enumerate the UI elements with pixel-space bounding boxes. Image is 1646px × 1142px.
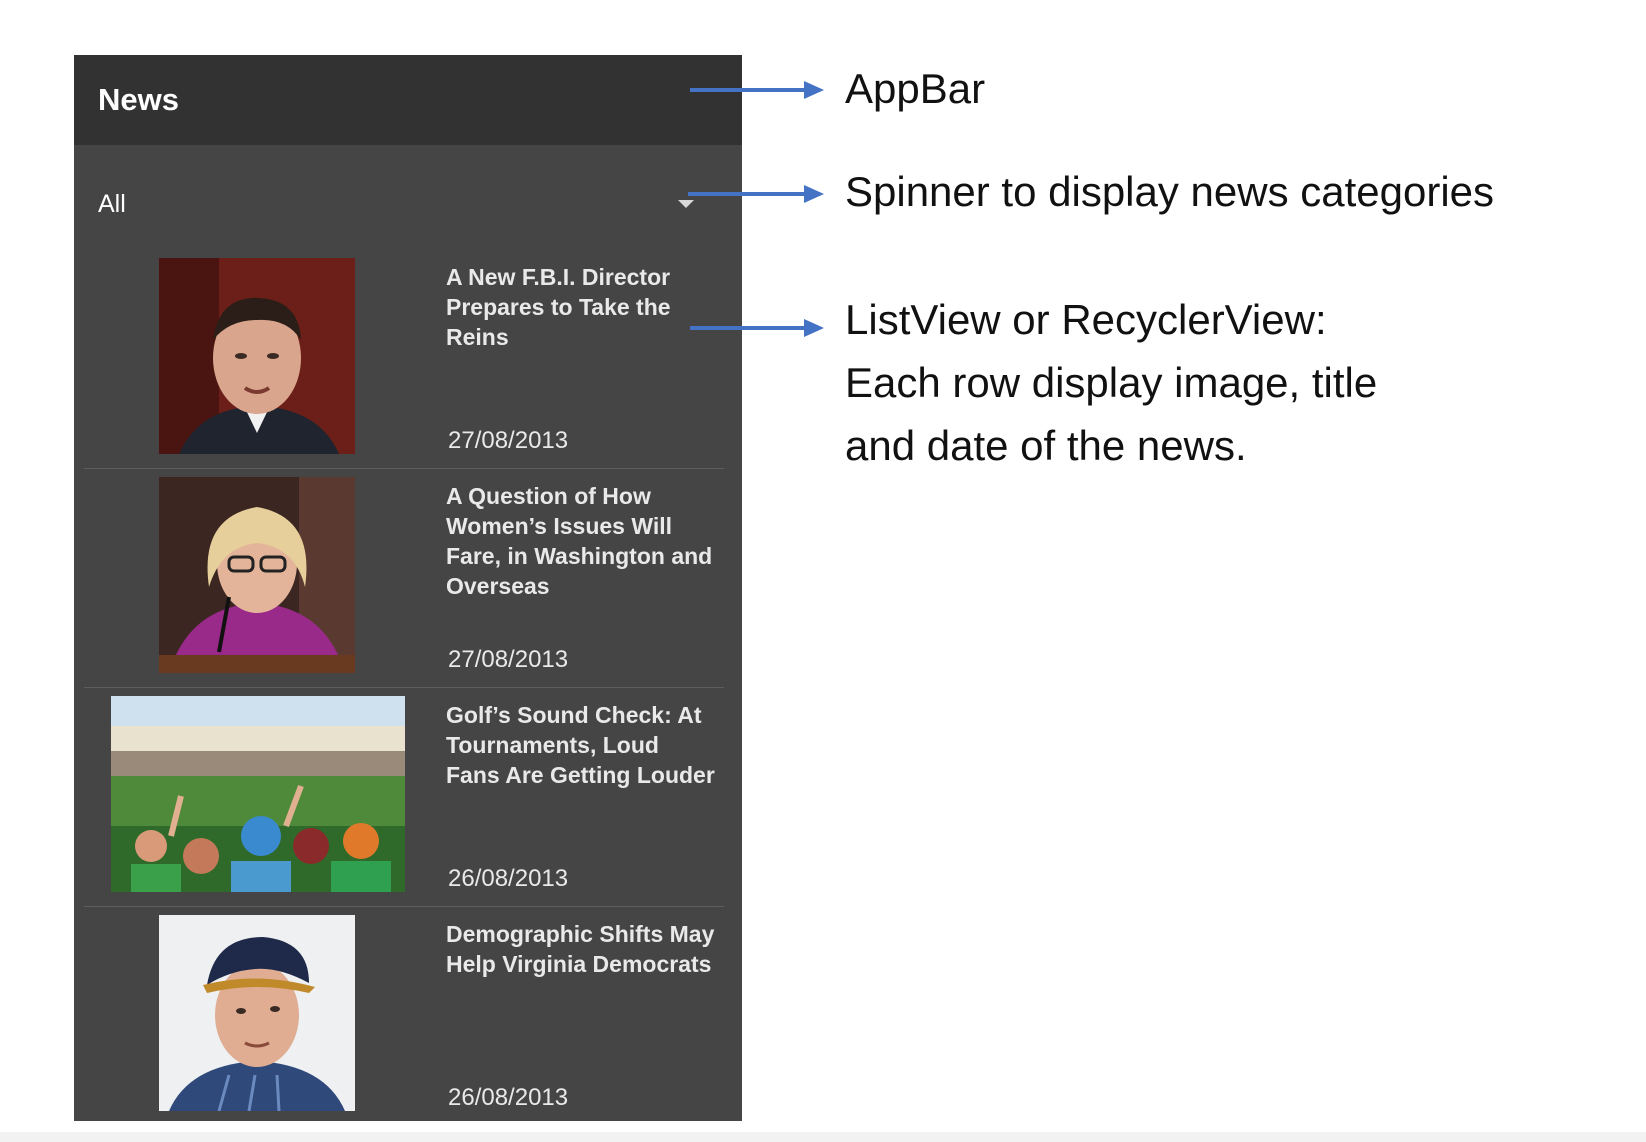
phone-screen: News All A New F.B.I. Director Prepares … [74, 55, 742, 1121]
list-item[interactable]: A New F.B.I. Director Prepares to Take t… [74, 250, 742, 469]
spinner-selected-value: All [98, 190, 126, 218]
list-item[interactable]: A Question of How Women’s Issues Will Fa… [74, 469, 742, 688]
news-title: A Question of How Women’s Issues Will Fa… [446, 483, 713, 599]
page-footer-band [0, 1132, 1646, 1142]
annotation-appbar: AppBar [845, 65, 986, 112]
news-date: 26/08/2013 [448, 1084, 569, 1111]
news-image [111, 696, 405, 892]
app-bar-title: News [98, 82, 179, 117]
arrow-right-icon [690, 319, 824, 337]
list-item[interactable]: Demographic Shifts May Help Virginia Dem… [74, 907, 742, 1121]
news-date: 26/08/2013 [448, 865, 569, 892]
news-title: Demographic Shifts May Help Virginia Dem… [446, 921, 715, 977]
news-date: 27/08/2013 [448, 427, 569, 454]
news-date: 27/08/2013 [448, 646, 569, 673]
category-spinner[interactable]: All [74, 145, 742, 245]
news-list[interactable]: A New F.B.I. Director Prepares to Take t… [74, 250, 742, 1121]
news-title: Golf’s Sound Check: At Tournaments, Loud… [446, 702, 715, 788]
news-image [159, 477, 355, 673]
arrow-right-icon [688, 185, 824, 203]
news-image [159, 915, 355, 1111]
arrow-right-icon [690, 81, 824, 99]
annotation-spinner: Spinner to display news categories [845, 168, 1495, 215]
annotation-list-line2: Each row display image, title [845, 359, 1378, 406]
news-image [159, 258, 355, 454]
annotation-list-line3: and date of the news. [845, 422, 1247, 469]
list-item[interactable]: Golf’s Sound Check: At Tournaments, Loud… [74, 688, 742, 907]
annotation-list-line1: ListView or RecyclerView: [845, 296, 1327, 343]
app-bar: News [74, 55, 742, 145]
news-title: A New F.B.I. Director Prepares to Take t… [446, 264, 671, 350]
